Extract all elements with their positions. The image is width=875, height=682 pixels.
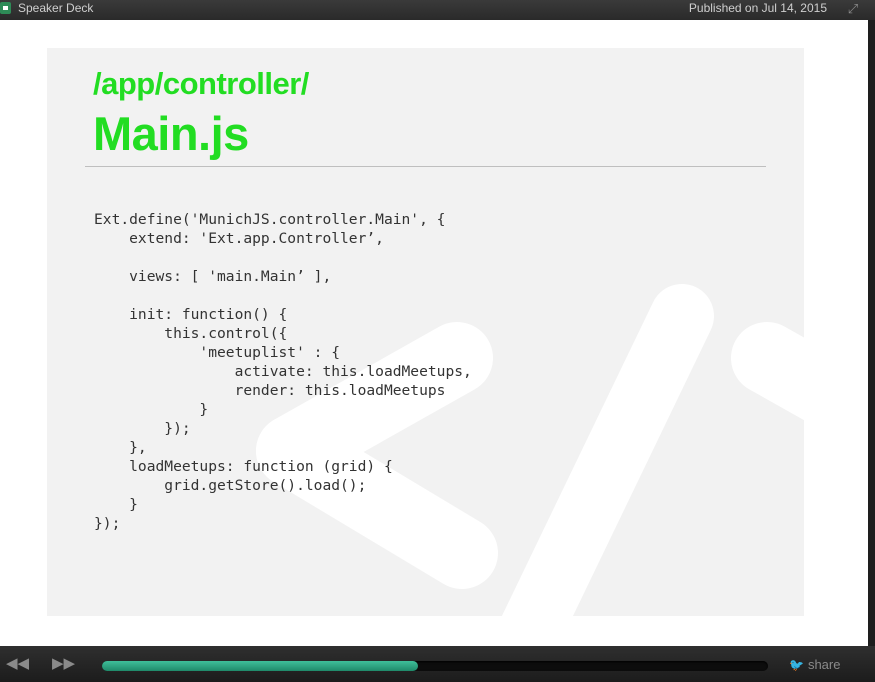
slide-filename-heading: Main.js bbox=[93, 107, 249, 160]
slide-stage: /app/controller/ Main.js Ext.define('Mun… bbox=[0, 20, 868, 646]
stage-right-edge bbox=[868, 20, 875, 646]
rewind-icon[interactable]: ◀◀ bbox=[6, 656, 29, 672]
bottom-bar: ◀◀ ▶▶ 🐦 share bbox=[0, 646, 875, 682]
twitter-bird-icon: 🐦 bbox=[789, 658, 804, 672]
code-block: Ext.define('MunichJS.controller.Main', {… bbox=[94, 211, 472, 532]
slide-path-heading: /app/controller/ bbox=[93, 66, 309, 101]
published-date: Published on Jul 14, 2015 bbox=[688, 1, 827, 15]
fast-forward-icon[interactable]: ▶▶ bbox=[52, 656, 75, 672]
expand-icon[interactable]: ⤢ bbox=[845, 2, 861, 16]
progress-bar[interactable] bbox=[102, 661, 768, 671]
progress-fill bbox=[102, 661, 419, 671]
heading-divider bbox=[85, 166, 766, 167]
brand-link[interactable]: Speaker Deck bbox=[18, 1, 93, 15]
share-button[interactable]: 🐦 share bbox=[789, 657, 840, 672]
top-bar: Speaker Deck Published on Jul 14, 2015 ⤢ bbox=[0, 0, 875, 20]
slide: /app/controller/ Main.js Ext.define('Mun… bbox=[47, 48, 804, 616]
speakerdeck-logo-icon[interactable] bbox=[0, 2, 11, 14]
share-label: share bbox=[807, 657, 841, 672]
